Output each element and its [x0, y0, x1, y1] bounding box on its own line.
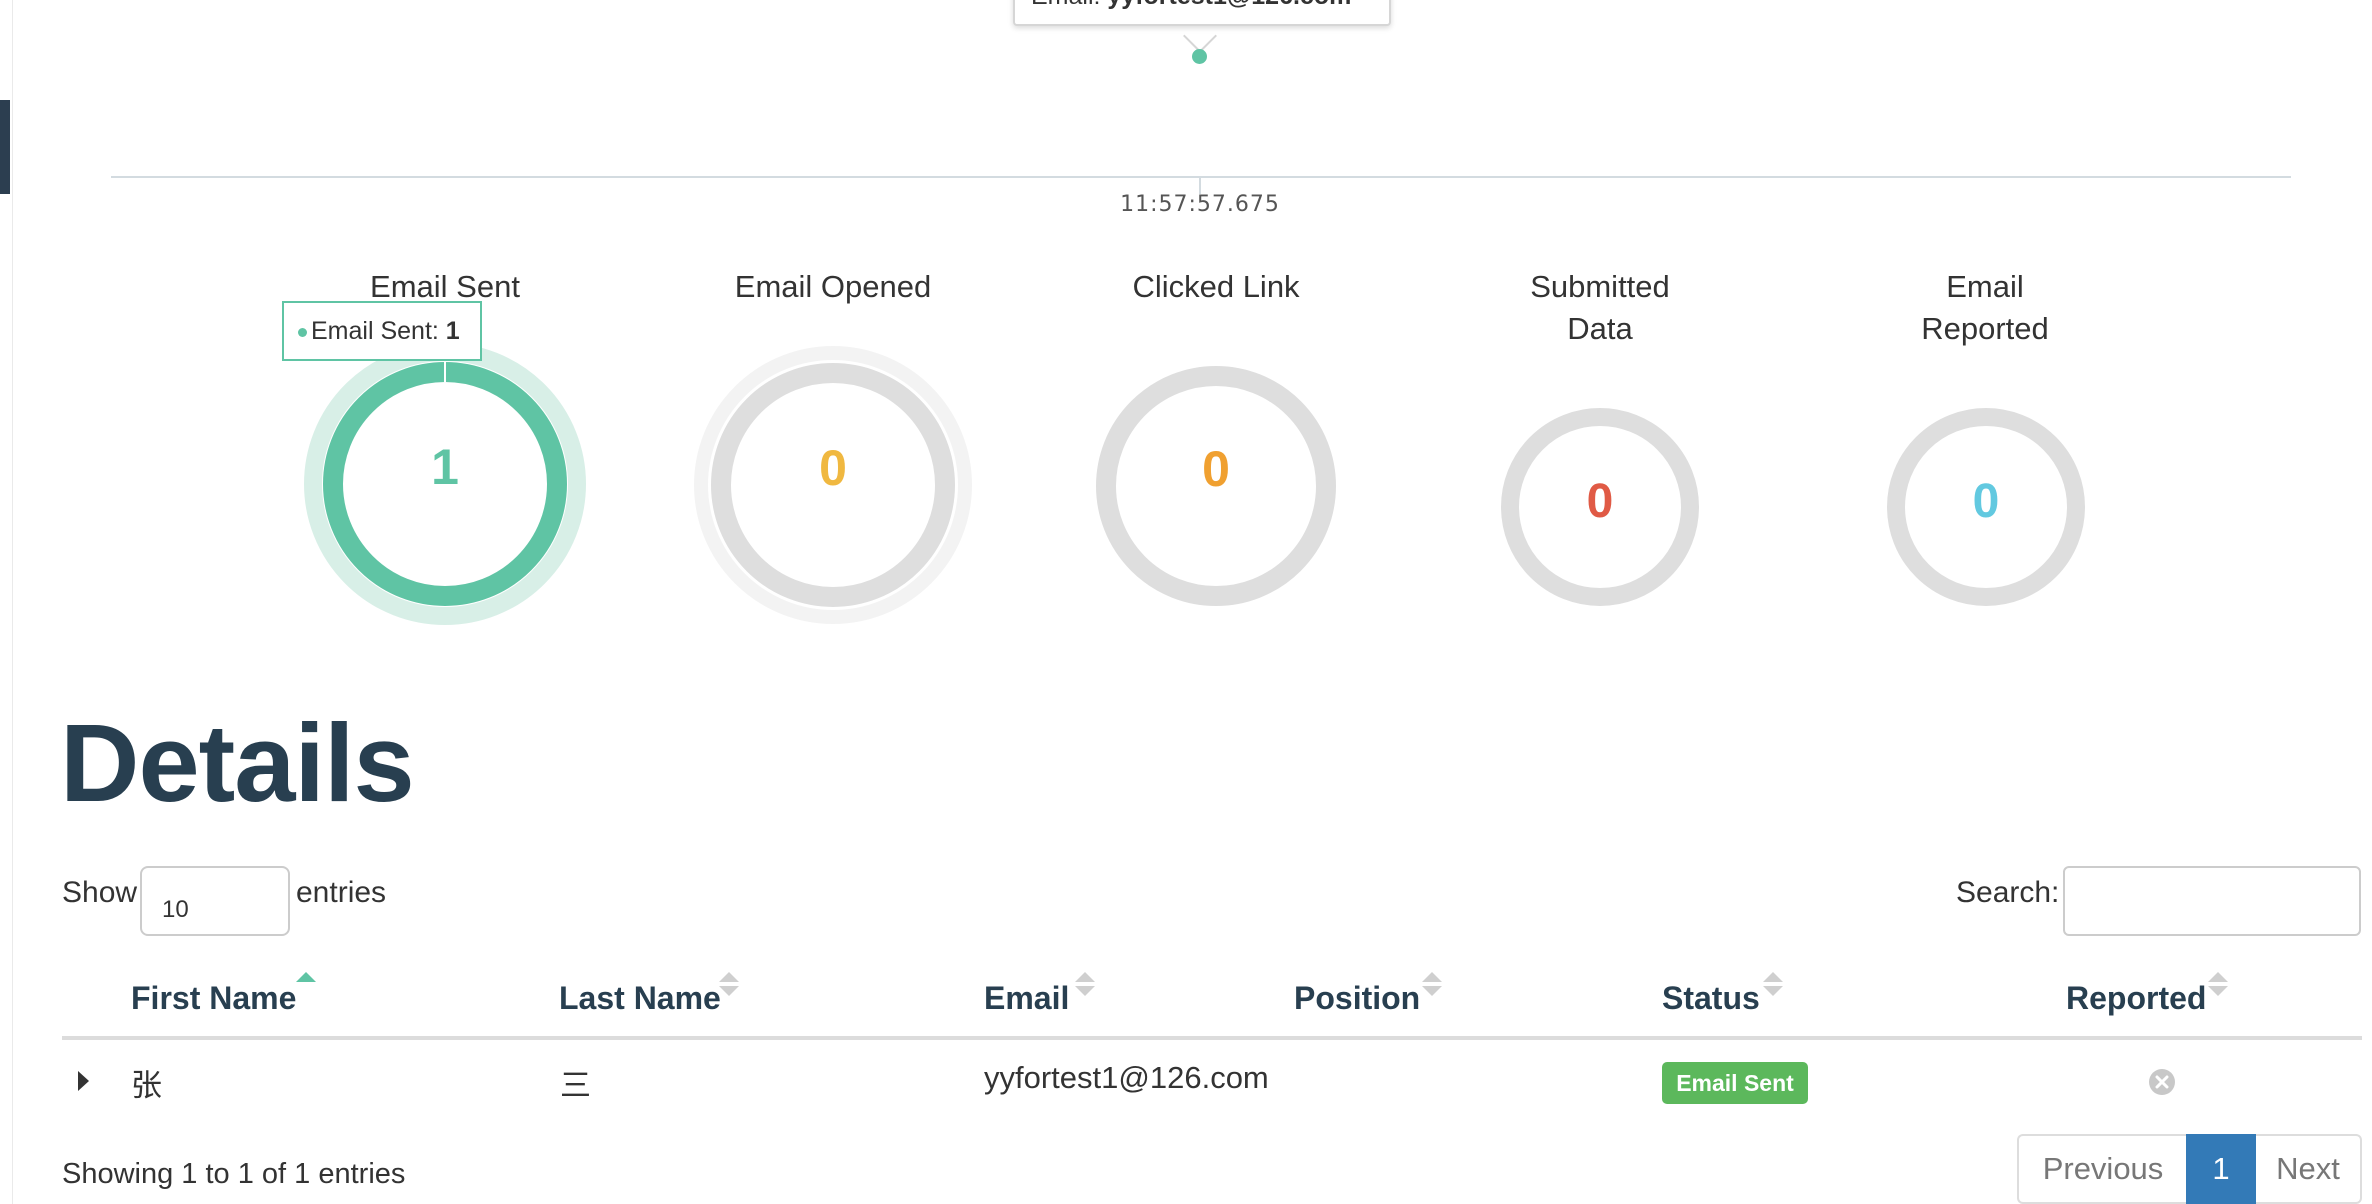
entries-label: entries — [296, 876, 387, 909]
stat-submitted-data-value: 0 — [1586, 475, 1614, 528]
stat-email-opened-ring[interactable]: 0 — [693, 345, 973, 625]
column-header-status[interactable]: Status — [1662, 980, 1760, 1017]
search-input[interactable] — [2063, 866, 2361, 936]
stat-label: Clicked Link — [1132, 269, 1300, 304]
stat-clicked-link: Clicked Link — [1026, 266, 1406, 308]
stat-email-opened-value: 0 — [819, 440, 847, 496]
sort-icon[interactable] — [1075, 972, 1097, 996]
show-label: Show — [62, 876, 138, 909]
stat-label: Email Reported — [1921, 269, 2049, 346]
stat-email-reported: Email Reported — [1795, 266, 2175, 350]
timeline-tooltip-value: yyfortest1@126.com — [1107, 0, 1351, 10]
column-header-email[interactable]: Email — [984, 980, 1069, 1017]
sort-icon[interactable] — [719, 972, 741, 996]
pagination-previous-button[interactable]: Previous — [2017, 1134, 2187, 1204]
cell-last-name: 三 — [560, 1068, 591, 1103]
status-badge: Email Sent — [1662, 1062, 1808, 1104]
stat-email-reported-ring[interactable]: 0 — [1885, 406, 2087, 608]
stat-email-sent-value: 1 — [431, 439, 459, 495]
entries-per-page-select[interactable]: 10 — [140, 866, 290, 936]
stat-clicked-link-ring[interactable]: 0 — [1094, 364, 1338, 608]
column-header-first-name[interactable]: First Name — [131, 980, 296, 1017]
stat-email-sent-tooltip: Email Sent: 1 — [282, 301, 482, 361]
column-header-reported[interactable]: Reported — [2066, 980, 2206, 1017]
timeline-axis — [111, 176, 2291, 178]
stat-label: Email Opened — [734, 269, 932, 304]
stat-email-reported-value: 0 — [1972, 475, 2000, 528]
timeline-event-dot[interactable] — [1192, 49, 1207, 64]
x-circle-icon — [2148, 1068, 2176, 1096]
stat-email-sent-ring[interactable]: 1 — [303, 342, 587, 626]
timeline-tooltip: Email: yyfortest1@126.com — [1013, 0, 1391, 26]
cell-email: yyfortest1@126.com — [984, 1060, 1269, 1095]
pagination-page-1[interactable]: 1 — [2186, 1134, 2256, 1204]
stat-tooltip-value: 1 — [445, 317, 460, 345]
stat-label: Submitted Data — [1530, 269, 1670, 346]
column-header-last-name[interactable]: Last Name — [559, 980, 721, 1017]
details-heading: Details — [60, 702, 415, 825]
sort-ascending-icon[interactable] — [296, 972, 318, 986]
stat-clicked-link-value: 0 — [1202, 441, 1230, 497]
cell-first-name: 张 — [131, 1068, 162, 1103]
sort-icon[interactable] — [1422, 972, 1444, 996]
column-header-position[interactable]: Position — [1294, 980, 1420, 1017]
stat-submitted-data: Submitted Data — [1410, 266, 1790, 350]
stat-tooltip-label: Email Sent: — [311, 317, 446, 345]
timeline-tooltip-label: Email: — [1031, 0, 1107, 10]
pagination-next-button[interactable]: Next — [2256, 1134, 2362, 1204]
timeline-time-label: 11:57:57.675 — [1120, 192, 1280, 217]
table-header-divider — [62, 1036, 2362, 1040]
table-info: Showing 1 to 1 of 1 entries — [62, 1158, 406, 1190]
sort-icon[interactable] — [2208, 972, 2230, 996]
expand-row-caret-icon[interactable] — [78, 1071, 89, 1091]
sidebar-active-marker — [0, 100, 10, 194]
stat-email-opened: Email Opened — [643, 266, 1023, 308]
stat-submitted-data-ring[interactable]: 0 — [1499, 406, 1701, 608]
sort-icon[interactable] — [1763, 972, 1785, 996]
search-label: Search: — [1956, 876, 2060, 909]
tooltip-dot-icon — [298, 327, 307, 337]
